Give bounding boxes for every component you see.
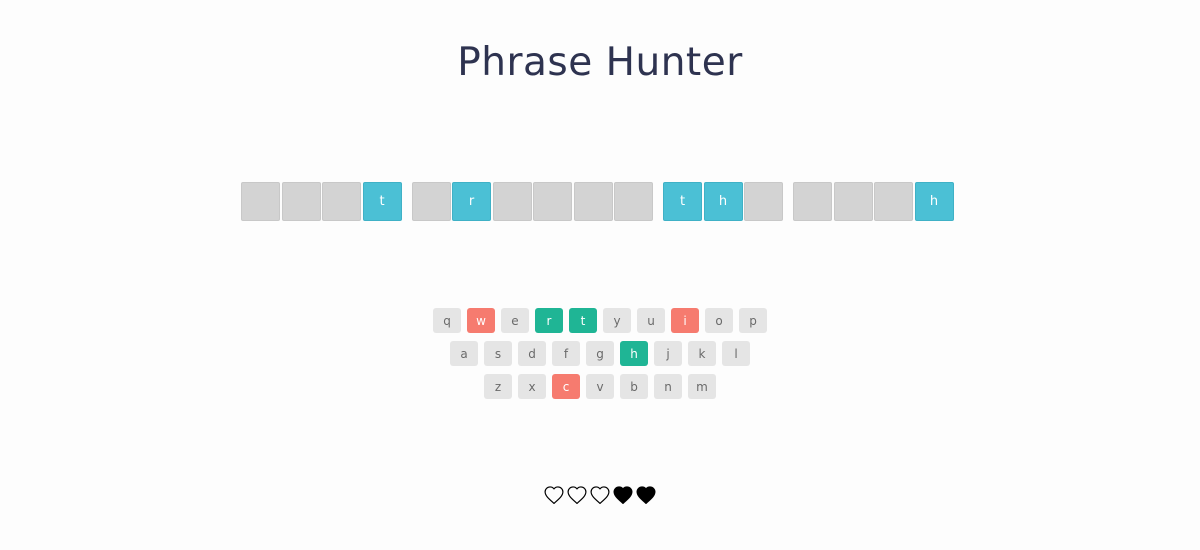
hidden-letter-tile: [492, 182, 532, 221]
hidden-letter-tile: [614, 182, 653, 221]
keyboard-row: qwertyuiop: [0, 308, 1200, 333]
game-screen: Phrase Hunter trthh qwertyuiopasdfghjklz…: [0, 0, 1200, 550]
key-n[interactable]: n: [654, 374, 682, 399]
heart-empty-icon: [589, 484, 611, 506]
key-r[interactable]: r: [535, 308, 563, 333]
key-x[interactable]: x: [518, 374, 546, 399]
key-d[interactable]: d: [518, 341, 546, 366]
heart-empty-icon: [543, 484, 565, 506]
hidden-letter-tile: [793, 182, 832, 221]
key-k[interactable]: k: [688, 341, 716, 366]
key-a[interactable]: a: [450, 341, 478, 366]
heart-full-icon: [635, 484, 657, 506]
key-z[interactable]: z: [484, 374, 512, 399]
key-m[interactable]: m: [688, 374, 716, 399]
hidden-letter-tile: [573, 182, 613, 221]
phrase-word: t: [241, 182, 402, 222]
key-e[interactable]: e: [501, 308, 529, 333]
heart-empty-icon: [566, 484, 588, 506]
phrase-word: r: [411, 182, 653, 222]
hidden-letter-tile: [744, 182, 783, 221]
key-p[interactable]: p: [739, 308, 767, 333]
page-title: Phrase Hunter: [457, 40, 743, 85]
key-u[interactable]: u: [637, 308, 665, 333]
key-v[interactable]: v: [586, 374, 614, 399]
key-l[interactable]: l: [722, 341, 750, 366]
hidden-letter-tile: [874, 182, 913, 221]
key-c[interactable]: c: [552, 374, 580, 399]
lives-scoreboard: [0, 484, 1200, 506]
hidden-letter-tile: [322, 182, 361, 221]
phrase-word: th: [663, 182, 783, 222]
key-o[interactable]: o: [705, 308, 733, 333]
key-s[interactable]: s: [484, 341, 512, 366]
key-i[interactable]: i: [671, 308, 699, 333]
hidden-letter-tile: [533, 182, 572, 221]
hidden-letter-tile: [411, 182, 451, 221]
key-b[interactable]: b: [620, 374, 648, 399]
phrase-board: trthh: [241, 182, 954, 222]
key-q[interactable]: q: [433, 308, 461, 333]
keyboard-row: zxcvbnm: [0, 374, 1200, 399]
revealed-letter-tile: r: [452, 182, 491, 221]
hidden-letter-tile: [241, 182, 280, 221]
hidden-letter-tile: [833, 182, 873, 221]
hidden-letter-tile: [281, 182, 321, 221]
phrase-word: h: [793, 182, 954, 222]
revealed-letter-tile: t: [362, 182, 402, 221]
revealed-letter-tile: h: [703, 182, 743, 221]
revealed-letter-tile: h: [914, 182, 954, 221]
revealed-letter-tile: t: [663, 182, 702, 221]
keyboard-row: asdfghjkl: [0, 341, 1200, 366]
key-t[interactable]: t: [569, 308, 597, 333]
heart-full-icon: [612, 484, 634, 506]
key-y[interactable]: y: [603, 308, 631, 333]
onscreen-keyboard: qwertyuiop asdfghjkl zxcvbnm: [0, 308, 1200, 407]
key-j[interactable]: j: [654, 341, 682, 366]
key-h[interactable]: h: [620, 341, 648, 366]
key-f[interactable]: f: [552, 341, 580, 366]
key-g[interactable]: g: [586, 341, 614, 366]
key-w[interactable]: w: [467, 308, 495, 333]
